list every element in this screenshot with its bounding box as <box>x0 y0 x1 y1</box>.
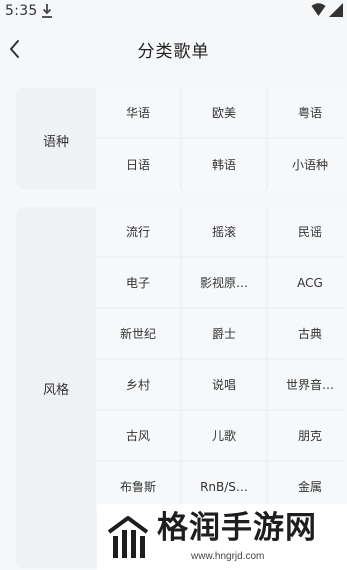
tag-item[interactable]: 影视原… <box>182 258 266 307</box>
watermark-title: 格润手游网 <box>157 510 317 546</box>
signal-icon <box>329 3 343 17</box>
tag-item[interactable]: 世界音… <box>268 360 347 409</box>
category-label: 语种 <box>42 135 69 150</box>
tag-item[interactable]: 电子 <box>96 258 180 307</box>
category-label: 风格 <box>42 383 69 398</box>
watermark-logo-icon <box>107 516 149 558</box>
tag-item[interactable]: 古典 <box>268 309 347 358</box>
tag-item[interactable]: 华语 <box>96 88 180 137</box>
tag-grid: 华语 欧美 粤语 日语 韩语 小语种 <box>96 88 347 189</box>
tag-item[interactable]: 儿歌 <box>182 411 266 460</box>
tag-item[interactable]: 民谣 <box>268 207 347 256</box>
tag-item[interactable]: 古风 <box>96 411 180 460</box>
tag-item[interactable]: 朋克 <box>268 411 347 460</box>
tag-item[interactable]: 乡村 <box>96 360 180 409</box>
tag-item[interactable]: 欧美 <box>182 88 266 137</box>
watermark-overlay: 格润手游网 www.hngrjd.com <box>97 504 347 570</box>
category-card-language: 语种 华语 欧美 粤语 日语 韩语 小语种 <box>16 88 347 189</box>
status-time: 5:35 <box>5 3 38 19</box>
tag-item[interactable]: 日语 <box>96 139 180 189</box>
wifi-icon <box>311 3 326 16</box>
app-bar: 分类歌单 <box>0 26 347 74</box>
tag-item[interactable]: 爵士 <box>182 309 266 358</box>
tag-grid: 流行 摇滚 民谣 电子 影视原… ACG 新世纪 爵士 古典 乡村 说唱 世界音… <box>96 207 347 511</box>
tag-item[interactable]: ACG <box>268 258 347 307</box>
status-bar: 5:35 <box>0 0 347 26</box>
tag-item[interactable]: 新世纪 <box>96 309 180 358</box>
tag-item[interactable]: 说唱 <box>182 360 266 409</box>
tag-item[interactable]: 韩语 <box>182 139 266 189</box>
watermark-url: www.hngrjd.com <box>191 551 265 562</box>
tag-item[interactable]: 流行 <box>96 207 180 256</box>
tag-item[interactable]: 摇滚 <box>182 207 266 256</box>
page-title: 分类歌单 <box>137 42 210 62</box>
tag-item[interactable]: 粤语 <box>268 88 347 137</box>
tag-item[interactable]: 小语种 <box>268 139 347 189</box>
download-icon <box>42 4 52 18</box>
